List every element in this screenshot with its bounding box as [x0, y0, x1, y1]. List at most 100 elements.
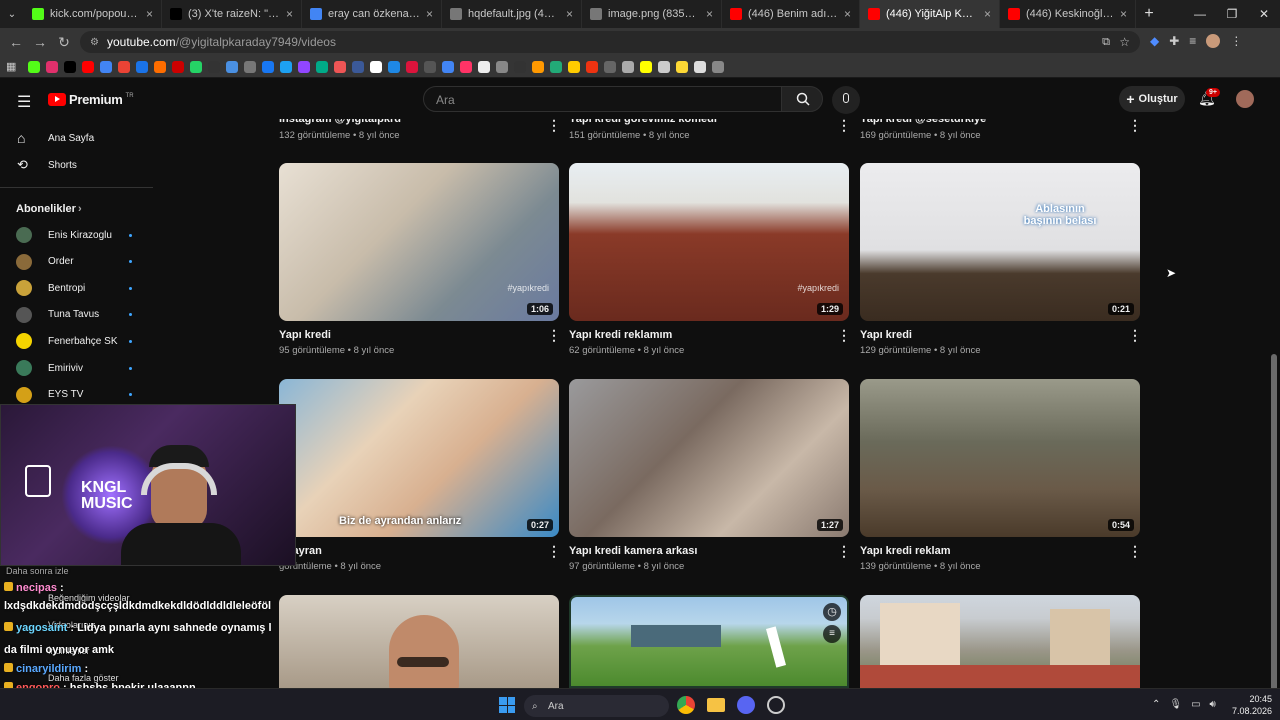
minimize-icon[interactable]: —	[1184, 7, 1216, 21]
search-input[interactable]: Ara	[423, 86, 782, 112]
bookmark-icon[interactable]	[100, 60, 112, 73]
volume-icon[interactable]: 🔊︎	[1210, 699, 1216, 710]
display-icon[interactable]: ▭	[1191, 699, 1200, 710]
microphone-icon[interactable]: 🎙︎	[1169, 699, 1182, 710]
watch-later-icon[interactable]: ◷	[823, 603, 841, 621]
bookmark-icon[interactable]	[262, 60, 274, 73]
bookmark-icon[interactable]	[226, 60, 238, 73]
bookmark-icon[interactable]	[424, 60, 436, 73]
bookmark-star-icon[interactable]: ☆	[1119, 35, 1130, 49]
video-thumbnail[interactable]: #yapıkredi 1:06	[279, 163, 559, 321]
sidebar-item-subscription[interactable]: Fenerbahçe SK	[0, 328, 153, 354]
close-tab-icon[interactable]: ×	[146, 7, 153, 21]
reload-icon[interactable]: ↻	[52, 34, 76, 51]
bookmark-icon[interactable]	[28, 60, 40, 73]
video-title[interactable]: Yapı kredi	[279, 329, 331, 341]
apps-grid-icon[interactable]: ▦	[6, 60, 22, 73]
back-icon[interactable]: ←	[4, 34, 28, 50]
more-options-icon[interactable]: ⋮	[1128, 328, 1142, 342]
tab-3[interactable]: hqdefault.jpg (480×360) ×	[442, 0, 582, 28]
video-title[interactable]: Yapı kredi reklam	[860, 545, 951, 557]
app-icon[interactable]	[767, 696, 785, 714]
sidebar-item-subscription[interactable]: Tuna Tavus	[0, 302, 153, 328]
browser-menu-icon[interactable]: ⋮	[1230, 34, 1242, 48]
reading-list-icon[interactable]: ≡	[1189, 34, 1196, 48]
video-thumbnail[interactable]: #yapıkredi 1:29	[569, 163, 849, 321]
more-options-icon[interactable]: ⋮	[547, 544, 561, 558]
tab-search-icon[interactable]: ⌄	[0, 9, 24, 20]
bookmark-icon[interactable]	[658, 60, 670, 73]
youtube-premium-logo[interactable]: Premium TR	[48, 92, 134, 107]
bookmark-icon[interactable]	[604, 60, 616, 73]
install-icon[interactable]: ⧉	[1102, 36, 1110, 49]
bookmark-icon[interactable]	[298, 60, 310, 73]
video-title[interactable]: Yapı kredi	[860, 329, 912, 341]
tab-7[interactable]: (446) Keskinoğlu reklamı ×	[1000, 0, 1136, 28]
more-options-icon[interactable]: ⋮	[837, 118, 851, 132]
sidebar-item-subscription[interactable]: Emiriviv	[0, 355, 153, 381]
sidebar-item-shorts[interactable]: ⟲ Shorts	[0, 152, 153, 178]
close-tab-icon[interactable]: ×	[286, 7, 293, 21]
bookmark-icon[interactable]	[388, 60, 400, 73]
sidebar-item-home[interactable]: ⌂ Ana Sayfa	[0, 125, 153, 151]
sidebar-item-subscription[interactable]: Bentropi	[0, 275, 153, 301]
video-thumbnail[interactable]: Biz de ayrandan anlarız 0:27	[279, 379, 559, 537]
bookmark-icon[interactable]	[532, 60, 544, 73]
bookmark-icon[interactable]	[154, 60, 166, 73]
bookmark-icon[interactable]	[514, 60, 526, 73]
forward-icon[interactable]: →	[28, 34, 52, 50]
create-button[interactable]: + Oluştur	[1119, 86, 1185, 112]
tab-1[interactable]: (3) X'te raizeN: "kp"p hay ×	[162, 0, 302, 28]
bookmark-icon[interactable]	[496, 60, 508, 73]
voice-search-button[interactable]	[832, 86, 860, 114]
bookmark-icon[interactable]	[172, 60, 184, 73]
close-tab-icon[interactable]: ×	[426, 7, 433, 21]
sidebar-item-subscription[interactable]: Order	[0, 249, 153, 275]
bookmark-icon[interactable]	[712, 60, 724, 73]
video-thumbnail[interactable]	[279, 595, 559, 688]
restore-icon[interactable]: ❐	[1216, 7, 1248, 21]
site-info-icon[interactable]: ⚙	[90, 37, 99, 48]
bookmark-icon[interactable]	[352, 60, 364, 73]
start-menu-icon[interactable]	[499, 697, 515, 713]
subscriptions-header[interactable]: Abonelikler ›	[0, 196, 153, 222]
more-options-icon[interactable]: ⋮	[837, 328, 851, 342]
bookmark-icon[interactable]	[82, 60, 94, 73]
bookmark-icon[interactable]	[208, 60, 220, 73]
tab-4[interactable]: image.png (835×726) ×	[582, 0, 722, 28]
bookmark-icon[interactable]	[550, 60, 562, 73]
profile-avatar[interactable]	[1206, 34, 1221, 48]
extensions-puzzle-icon[interactable]: ✚	[1169, 34, 1179, 48]
bookmark-icon[interactable]	[406, 60, 418, 73]
bookmark-icon[interactable]	[370, 60, 382, 73]
tab-0[interactable]: kick.com/popout/eray/ch ×	[24, 0, 162, 28]
bookmark-icon[interactable]	[64, 60, 76, 73]
tray-chevron-icon[interactable]: ⌃	[1152, 699, 1160, 710]
video-title[interactable]: Yapı kredi kamera arkası	[569, 545, 697, 557]
discord-icon[interactable]	[737, 696, 755, 714]
tab-6[interactable]: (446) YiğitAlp Karadayı - Y ×	[860, 0, 1000, 28]
video-title[interactable]: Yapı kredi reklamım	[569, 329, 672, 341]
bookmark-icon[interactable]	[676, 60, 688, 73]
more-options-icon[interactable]: ⋮	[837, 544, 851, 558]
bookmark-icon[interactable]	[640, 60, 652, 73]
add-to-queue-icon[interactable]: ≡	[823, 625, 841, 643]
bookmark-icon[interactable]	[460, 60, 472, 73]
close-tab-icon[interactable]: ×	[984, 7, 991, 21]
address-bar[interactable]: ⚙ youtube.com/@yigitalpkaraday7949/video…	[80, 31, 1140, 53]
extension-icon[interactable]: ◆	[1150, 34, 1159, 48]
close-tab-icon[interactable]: ×	[1120, 7, 1127, 21]
video-thumbnail[interactable]	[860, 595, 1140, 688]
bookmark-icon[interactable]	[316, 60, 328, 73]
bookmark-icon[interactable]	[244, 60, 256, 73]
close-window-icon[interactable]: ✕	[1248, 7, 1280, 21]
page-scrollbar[interactable]	[1271, 354, 1277, 688]
video-thumbnail[interactable]: Ablasının başının belası 0:21	[860, 163, 1140, 321]
close-tab-icon[interactable]: ×	[566, 7, 573, 21]
bookmark-icon[interactable]	[478, 60, 490, 73]
bookmark-icon[interactable]	[568, 60, 580, 73]
bookmark-icon[interactable]	[136, 60, 148, 73]
video-thumbnail[interactable]: ◷ ≡	[569, 595, 849, 688]
more-options-icon[interactable]: ⋮	[547, 118, 561, 132]
tab-5[interactable]: (446) Benim adım cafer b ×	[722, 0, 860, 28]
